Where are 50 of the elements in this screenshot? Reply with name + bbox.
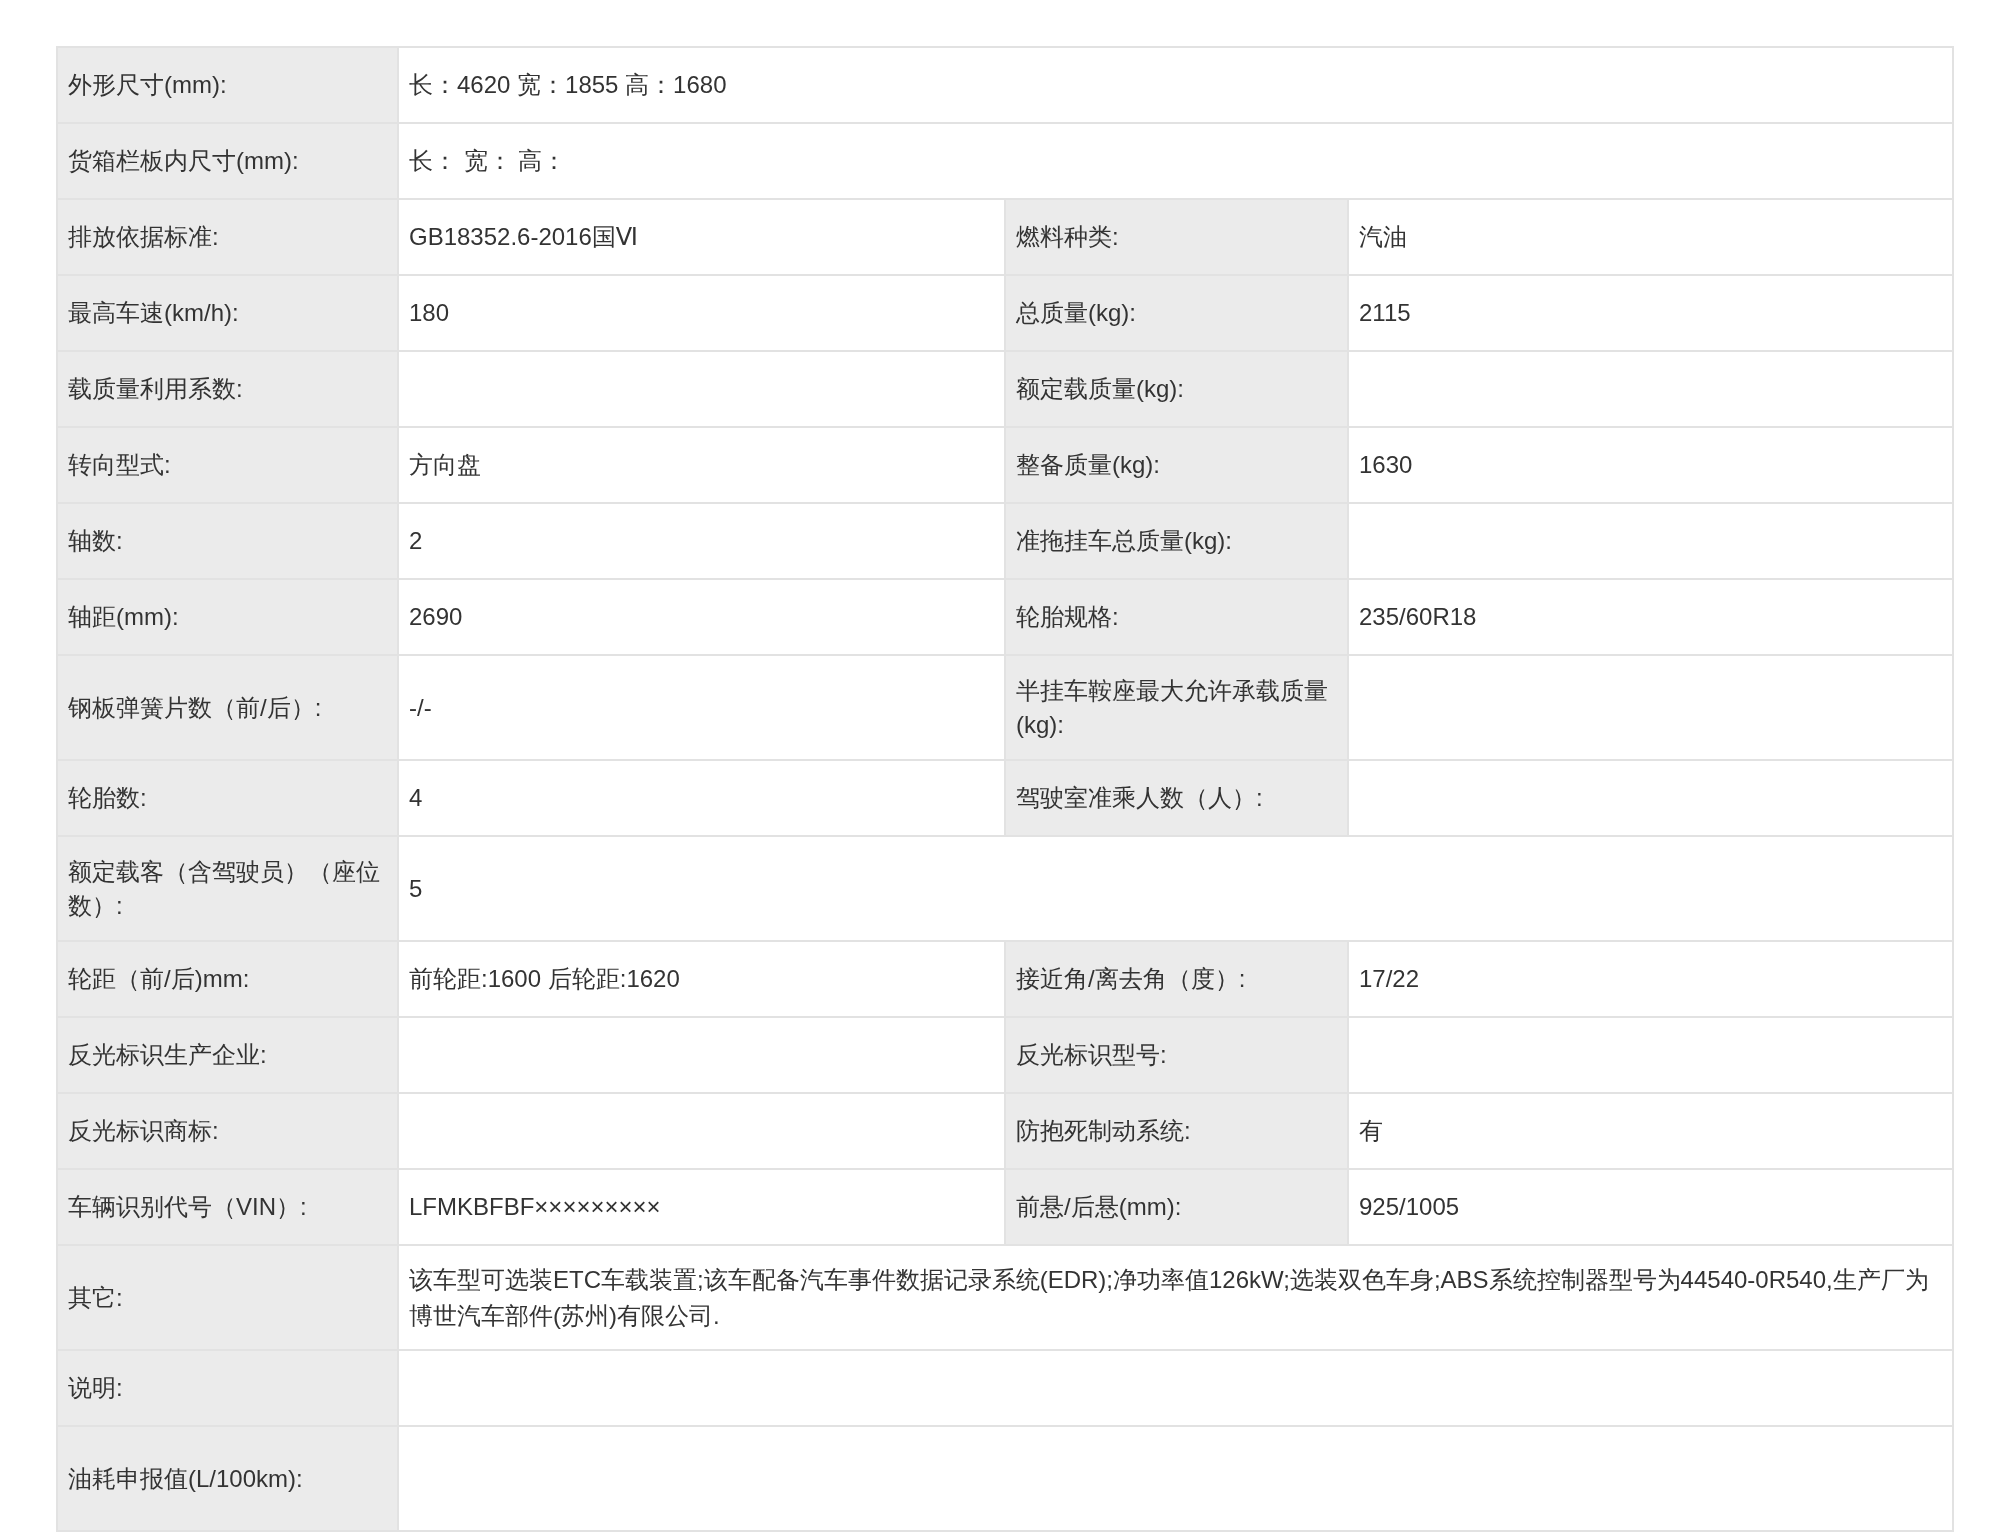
label-cell: 额定载客（含驾驶员）（座位数）: (57, 836, 398, 941)
label-cell: 接近角/离去角（度）: (1005, 941, 1348, 1017)
label-cell: 说明: (57, 1350, 398, 1426)
label-cell: 最高车速(km/h): (57, 275, 398, 351)
label-cell: 轮距（前/后)mm: (57, 941, 398, 1017)
value-cell: 长：4620 宽：1855 高：1680 (398, 47, 1953, 123)
value-cell: GB18352.6-2016国Ⅵ (398, 199, 1005, 275)
value-cell: -/- (398, 655, 1005, 760)
label-cell: 额定载质量(kg): (1005, 351, 1348, 427)
value-cell: 2 (398, 503, 1005, 579)
value-cell: 2690 (398, 579, 1005, 655)
value-cell: 有 (1348, 1093, 1953, 1169)
label-cell: 前悬/后悬(mm): (1005, 1169, 1348, 1245)
label-cell: 转向型式: (57, 427, 398, 503)
value-cell: 4 (398, 760, 1005, 836)
value-cell: 17/22 (1348, 941, 1953, 1017)
value-cell: 925/1005 (1348, 1169, 1953, 1245)
label-cell: 轮胎规格: (1005, 579, 1348, 655)
label-cell: 准拖挂车总质量(kg): (1005, 503, 1348, 579)
label-cell: 钢板弹簧片数（前/后）: (57, 655, 398, 760)
label-cell: 防抱死制动系统: (1005, 1093, 1348, 1169)
value-cell: 方向盘 (398, 427, 1005, 503)
label-cell: 驾驶室准乘人数（人）: (1005, 760, 1348, 836)
value-cell: 前轮距:1600 后轮距:1620 (398, 941, 1005, 1017)
value-cell: 长： 宽： 高： (398, 123, 1953, 199)
label-cell: 轴距(mm): (57, 579, 398, 655)
label-cell: 轴数: (57, 503, 398, 579)
value-cell: 1630 (1348, 427, 1953, 503)
label-cell: 货箱栏板内尺寸(mm): (57, 123, 398, 199)
label-cell: 车辆识别代号（VIN）: (57, 1169, 398, 1245)
value-cell: 该车型可选装ETC车载装置;该车配备汽车事件数据记录系统(EDR);净功率值126kW;选装双色车身;ABS系统控制器型号为44540-0R540,生产厂为博世汽车部件(苏州)有限公司. (398, 1245, 1953, 1350)
label-cell: 半挂车鞍座最大允许承载质量(kg): (1005, 655, 1348, 760)
label-cell: 轮胎数: (57, 760, 398, 836)
value-cell: LFMKBFBF××××××××× (398, 1169, 1005, 1245)
value-cell: 180 (398, 275, 1005, 351)
label-cell: 其它: (57, 1245, 398, 1350)
value-cell: 2115 (1348, 275, 1953, 351)
value-cell: 235/60R18 (1348, 579, 1953, 655)
label-cell: 反光标识商标: (57, 1093, 398, 1169)
label-cell: 油耗申报值(L/100km): (57, 1426, 398, 1531)
label-cell: 总质量(kg): (1005, 275, 1348, 351)
label-cell: 整备质量(kg): (1005, 427, 1348, 503)
label-cell: 反光标识生产企业: (57, 1017, 398, 1093)
label-cell: 排放依据标准: (57, 199, 398, 275)
label-cell: 反光标识型号: (1005, 1017, 1348, 1093)
label-cell: 燃料种类: (1005, 199, 1348, 275)
label-cell: 外形尺寸(mm): (57, 47, 398, 123)
label-cell: 载质量利用系数: (57, 351, 398, 427)
value-cell: 汽油 (1348, 199, 1953, 275)
value-cell: 5 (398, 836, 1953, 941)
